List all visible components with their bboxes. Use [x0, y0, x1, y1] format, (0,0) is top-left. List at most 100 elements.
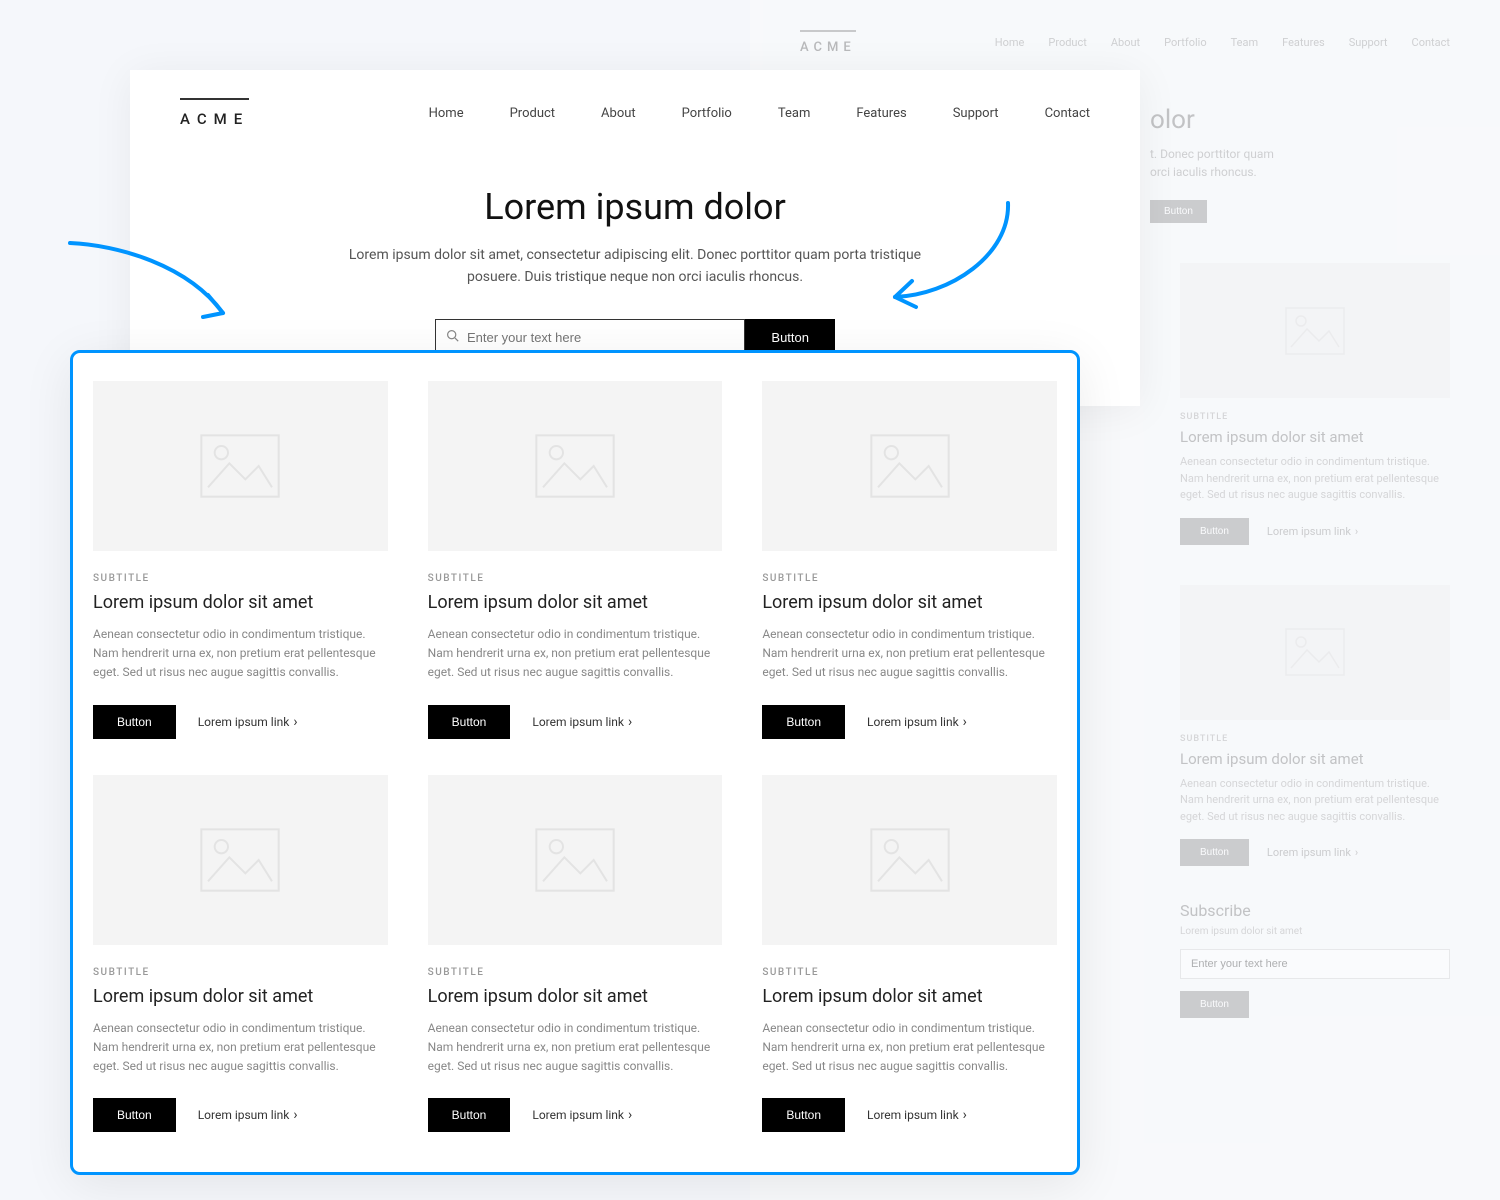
bg-card-subtitle: SUBTITLE — [1180, 734, 1450, 744]
card-subtitle: SUBTITLE — [428, 967, 723, 978]
nav-support[interactable]: Support — [953, 106, 999, 121]
bg-nav-item: Home — [995, 36, 1025, 49]
logo[interactable]: ACME — [180, 98, 249, 128]
card-button[interactable]: Button — [93, 705, 176, 739]
card-image-placeholder — [428, 381, 723, 551]
card-link[interactable]: Lorem ipsum link › — [532, 1107, 632, 1123]
bg-subscribe-desc: Lorem ipsum dolor sit amet — [1180, 926, 1450, 937]
bg-subscribe: Subscribe Lorem ipsum dolor sit amet But… — [1180, 901, 1450, 1018]
card-link[interactable]: Lorem ipsum link › — [198, 714, 298, 730]
bg-subscribe-title: Subscribe — [1180, 901, 1450, 920]
card-button[interactable]: Button — [762, 1098, 845, 1132]
card-body: Aenean consectetur odio in condimentum t… — [762, 625, 1057, 683]
nav-features[interactable]: Features — [856, 106, 906, 121]
bg-card-link: Lorem ipsum link › — [1267, 525, 1358, 538]
card-subtitle: SUBTITLE — [428, 573, 723, 584]
bg-nav: Home Product About Portfolio Team Featur… — [995, 36, 1450, 49]
card-image-placeholder — [762, 381, 1057, 551]
nav-portfolio[interactable]: Portfolio — [682, 106, 732, 121]
card-image-placeholder — [93, 775, 388, 945]
highlighted-cards-section: SUBTITLE Lorem ipsum dolor sit amet Aene… — [70, 350, 1080, 1175]
chevron-right-icon: › — [1355, 525, 1358, 538]
bg-subscribe-button: Button — [1180, 991, 1249, 1018]
card: SUBTITLE Lorem ipsum dolor sit amet Aene… — [93, 381, 388, 739]
image-placeholder-icon — [870, 828, 950, 892]
bg-nav-item: Portfolio — [1164, 36, 1206, 49]
nav-contact[interactable]: Contact — [1045, 106, 1090, 121]
hero-subtitle: Lorem ipsum dolor sit amet, consectetur … — [345, 244, 925, 289]
bg-logo: ACME — [800, 30, 856, 55]
bg-card-body: Aenean consectetur odio in condimentum t… — [1180, 454, 1450, 504]
bg-hero-button: Button — [1150, 200, 1207, 223]
bg-card-title: Lorem ipsum dolor sit amet — [1180, 750, 1450, 768]
card-subtitle: SUBTITLE — [762, 967, 1057, 978]
chevron-right-icon: › — [963, 1107, 967, 1123]
card: SUBTITLE Lorem ipsum dolor sit amet Aene… — [762, 775, 1057, 1133]
search-icon — [446, 329, 459, 346]
card-title: Lorem ipsum dolor sit amet — [762, 592, 1057, 613]
hero-title: Lorem ipsum dolor — [180, 186, 1090, 228]
bg-card-button: Button — [1180, 839, 1249, 866]
bg-card-image-placeholder — [1180, 263, 1450, 398]
card-link[interactable]: Lorem ipsum link › — [198, 1107, 298, 1123]
card-title: Lorem ipsum dolor sit amet — [428, 986, 723, 1007]
card-body: Aenean consectetur odio in condimentum t… — [428, 625, 723, 683]
card-button[interactable]: Button — [762, 705, 845, 739]
chevron-right-icon: › — [1355, 846, 1358, 859]
card-body: Aenean consectetur odio in condimentum t… — [428, 1019, 723, 1077]
card-body: Aenean consectetur odio in condimentum t… — [93, 625, 388, 683]
bg-card: SUBTITLE Lorem ipsum dolor sit amet Aene… — [1180, 585, 1450, 867]
bg-nav-item: Product — [1048, 36, 1086, 49]
main-nav: Home Product About Portfolio Team Featur… — [429, 106, 1090, 121]
card-subtitle: SUBTITLE — [93, 967, 388, 978]
chevron-right-icon: › — [628, 1107, 632, 1123]
bg-nav-item: About — [1111, 36, 1140, 49]
card-button[interactable]: Button — [93, 1098, 176, 1132]
card-subtitle: SUBTITLE — [93, 573, 388, 584]
card-link[interactable]: Lorem ipsum link › — [532, 714, 632, 730]
card: SUBTITLE Lorem ipsum dolor sit amet Aene… — [762, 381, 1057, 739]
card-title: Lorem ipsum dolor sit amet — [93, 592, 388, 613]
bg-card-button: Button — [1180, 518, 1249, 545]
bg-hero-title: olor — [1150, 105, 1450, 135]
image-placeholder-icon — [200, 828, 280, 892]
card-title: Lorem ipsum dolor sit amet — [93, 986, 388, 1007]
card-button[interactable]: Button — [428, 1098, 511, 1132]
bg-nav-item: Features — [1282, 36, 1325, 49]
image-placeholder-icon — [535, 434, 615, 498]
chevron-right-icon: › — [293, 714, 297, 730]
chevron-right-icon: › — [628, 714, 632, 730]
card-link[interactable]: Lorem ipsum link › — [867, 1107, 967, 1123]
nav-team[interactable]: Team — [778, 106, 811, 121]
bg-card-body: Aenean consectetur odio in condimentum t… — [1180, 776, 1450, 826]
image-placeholder-icon — [200, 434, 280, 498]
bg-card-image-placeholder — [1180, 585, 1450, 720]
bg-card: SUBTITLE Lorem ipsum dolor sit amet Aene… — [1180, 263, 1450, 545]
card: SUBTITLE Lorem ipsum dolor sit amet Aene… — [93, 775, 388, 1133]
nav-about[interactable]: About — [601, 106, 636, 121]
image-placeholder-icon — [1285, 307, 1345, 355]
bg-card-title: Lorem ipsum dolor sit amet — [1180, 428, 1450, 446]
bg-card-subtitle: SUBTITLE — [1180, 412, 1450, 422]
bg-hero-sub: t. Donec porttitor quam orci iaculis rho… — [1150, 145, 1450, 181]
nav-product[interactable]: Product — [510, 106, 555, 121]
card-image-placeholder — [762, 775, 1057, 945]
card-title: Lorem ipsum dolor sit amet — [428, 592, 723, 613]
card-button[interactable]: Button — [428, 705, 511, 739]
card-image-placeholder — [428, 775, 723, 945]
card-link[interactable]: Lorem ipsum link › — [867, 714, 967, 730]
image-placeholder-icon — [1285, 628, 1345, 676]
image-placeholder-icon — [870, 434, 950, 498]
bg-nav-item: Contact — [1412, 36, 1450, 49]
card-body: Aenean consectetur odio in condimentum t… — [93, 1019, 388, 1077]
bg-subscribe-input — [1180, 949, 1450, 979]
card-title: Lorem ipsum dolor sit amet — [762, 986, 1057, 1007]
card-image-placeholder — [93, 381, 388, 551]
image-placeholder-icon — [535, 828, 615, 892]
chevron-right-icon: › — [963, 714, 967, 730]
chevron-right-icon: › — [293, 1107, 297, 1123]
card: SUBTITLE Lorem ipsum dolor sit amet Aene… — [428, 775, 723, 1133]
nav-home[interactable]: Home — [429, 106, 464, 121]
bg-card-link: Lorem ipsum link › — [1267, 846, 1358, 859]
card-body: Aenean consectetur odio in condimentum t… — [762, 1019, 1057, 1077]
